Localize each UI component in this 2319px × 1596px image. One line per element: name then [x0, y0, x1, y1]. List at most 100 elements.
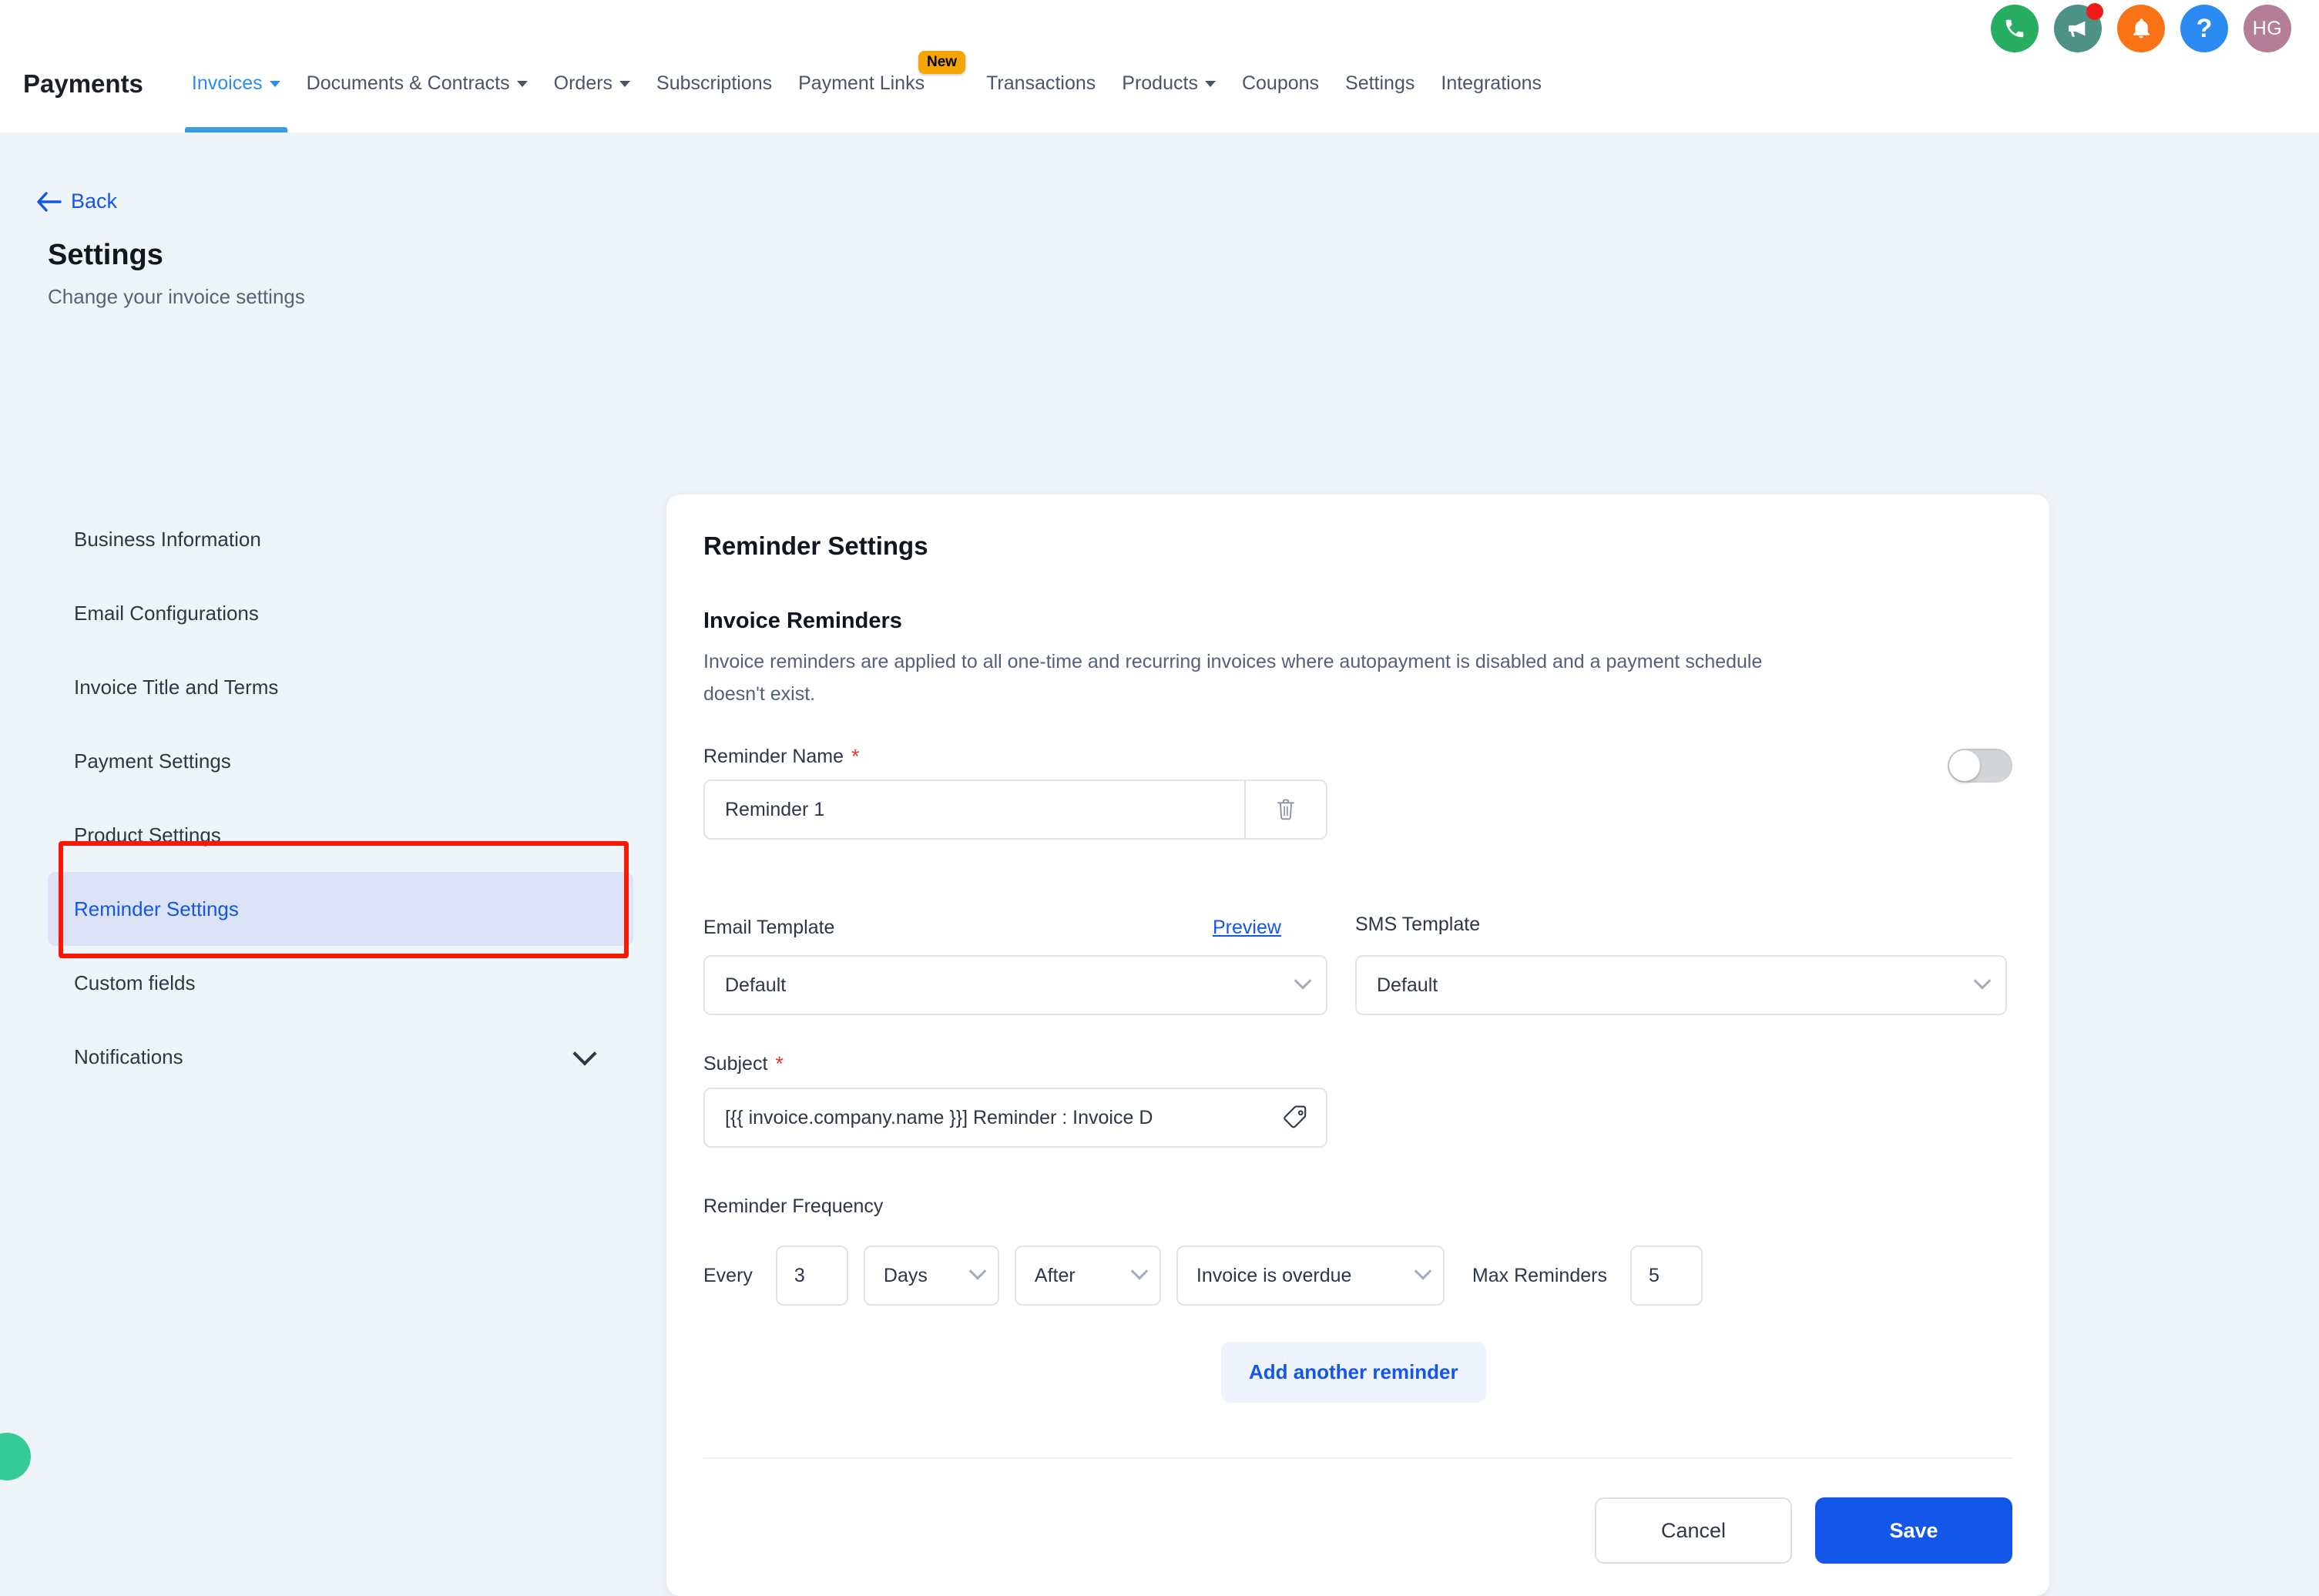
tag-icon[interactable]: [1283, 1105, 1309, 1131]
page-title: Settings: [48, 239, 163, 271]
chevron-down-icon: [572, 1041, 597, 1066]
email-template-value: Default: [725, 974, 787, 996]
nav-item-integrations[interactable]: Integrations: [1428, 48, 1555, 132]
section-description: Invoice reminders are applied to all one…: [703, 651, 1763, 705]
reminder-name-label-text: Reminder Name: [703, 746, 844, 767]
arrow-left-icon: [37, 191, 62, 212]
nav-item-invoices[interactable]: Invoices: [179, 48, 294, 132]
email-template-select[interactable]: Default: [703, 955, 1327, 1015]
sms-template-value: Default: [1377, 974, 1438, 996]
frequency-when-select[interactable]: After: [1014, 1246, 1161, 1306]
save-button[interactable]: Save: [1815, 1497, 2012, 1564]
sidebar-item-email-configurations[interactable]: Email Configurations: [48, 576, 633, 650]
back-button[interactable]: Back: [37, 189, 117, 213]
avatar-initials: HG: [2252, 17, 2283, 39]
nav-label-products: Products: [1122, 72, 1198, 94]
preview-link[interactable]: Preview: [1213, 917, 1281, 939]
frequency-event-select[interactable]: Invoice is overdue: [1176, 1246, 1445, 1306]
max-reminders-input[interactable]: [1629, 1246, 1703, 1306]
nav-label-coupons: Coupons: [1241, 72, 1320, 94]
sidebar-label: Email Configurations: [74, 601, 259, 625]
every-label: Every: [703, 1264, 753, 1286]
header-icon-group: ? HG: [1991, 3, 2291, 52]
subject-input[interactable]: [725, 1106, 1272, 1129]
nav-label-integrations: Integrations: [1441, 72, 1542, 94]
nav-label-documents-contracts: Documents & Contracts: [306, 72, 510, 94]
sms-template-select[interactable]: Default: [1355, 955, 2007, 1015]
chevron-down-icon: [968, 1262, 987, 1280]
app-brand: Payments: [23, 69, 143, 98]
sidebar-label: Payment Settings: [74, 749, 231, 773]
sms-template-label: SMS Template: [1355, 914, 1480, 936]
top-bar: ? HG Payments Invoices Documents & Contr…: [0, 0, 2319, 132]
nav-item-coupons[interactable]: Coupons: [1229, 48, 1332, 132]
required-asterisk: *: [775, 1052, 784, 1075]
chevron-down-icon: [1973, 972, 1992, 990]
email-template-label-text: Email Template: [703, 917, 835, 938]
chevron-down-icon: [1414, 1262, 1432, 1280]
cancel-button[interactable]: Cancel: [1595, 1497, 1792, 1564]
sidebar-item-notifications[interactable]: Notifications: [48, 1020, 633, 1094]
phone-icon[interactable]: [1991, 5, 2039, 52]
page-body: Back Settings Change your invoice settin…: [0, 132, 2319, 1596]
sidebar-label: Custom fields: [74, 971, 196, 994]
sidebar-label: Product Settings: [74, 823, 221, 847]
sidebar-label: Notifications: [74, 1044, 183, 1068]
nav-item-documents-contracts[interactable]: Documents & Contracts: [294, 48, 541, 132]
max-reminders-label: Max Reminders: [1472, 1264, 1607, 1286]
sidebar-item-invoice-title-and-terms[interactable]: Invoice Title and Terms: [48, 650, 633, 724]
reminder-name-input[interactable]: [705, 781, 1244, 838]
reminder-frequency-label: Reminder Frequency: [703, 1195, 884, 1217]
nav-label-settings: Settings: [1345, 72, 1415, 94]
subject-field-wrapper: [703, 1088, 1327, 1148]
chevron-down-icon: [1204, 81, 1216, 87]
toggle-knob: [1949, 750, 1980, 781]
nav-item-settings[interactable]: Settings: [1332, 48, 1428, 132]
sidebar-label: Reminder Settings: [74, 897, 239, 920]
nav-item-subscriptions[interactable]: Subscriptions: [643, 48, 785, 132]
megaphone-icon[interactable]: [2054, 3, 2103, 52]
avatar[interactable]: HG: [2243, 5, 2291, 52]
sidebar-label: Invoice Title and Terms: [74, 675, 279, 699]
footer-divider: [703, 1457, 2012, 1459]
back-label: Back: [71, 189, 118, 213]
sidebar-item-custom-fields[interactable]: Custom fields: [48, 946, 633, 1020]
frequency-unit-value: Days: [883, 1264, 928, 1286]
sidebar-item-business-information[interactable]: Business Information: [48, 502, 633, 576]
chat-widget-button[interactable]: [0, 1433, 31, 1480]
chevron-down-icon: [1130, 1262, 1149, 1280]
sidebar-item-reminder-settings[interactable]: Reminder Settings: [48, 872, 633, 946]
trash-icon: [1277, 799, 1294, 820]
frequency-event-value: Invoice is overdue: [1196, 1264, 1352, 1286]
bell-icon[interactable]: [2117, 5, 2165, 52]
help-icon[interactable]: ?: [2180, 5, 2228, 52]
add-another-reminder-button[interactable]: Add another reminder: [1221, 1342, 1486, 1403]
reminder-enabled-toggle[interactable]: [1948, 749, 2012, 783]
sms-template-label-text: SMS Template: [1355, 914, 1481, 935]
reminder-settings-card: Reminder Settings Invoice Reminders Invo…: [666, 495, 2049, 1596]
every-value-input[interactable]: [775, 1246, 848, 1306]
nav-item-products[interactable]: Products: [1109, 48, 1229, 132]
nav-label-orders: Orders: [553, 72, 613, 94]
sidebar-item-product-settings[interactable]: Product Settings: [48, 798, 633, 872]
chevron-down-icon: [619, 81, 631, 87]
frequency-when-value: After: [1034, 1264, 1076, 1286]
nav-item-orders[interactable]: Orders: [541, 48, 643, 132]
nav-label-payment-links: Payment Links: [798, 72, 925, 94]
sidebar-item-payment-settings[interactable]: Payment Settings: [48, 724, 633, 798]
settings-sidebar: Business Information Email Configuration…: [48, 502, 633, 1094]
card-title: Reminder Settings: [703, 531, 928, 560]
delete-reminder-button[interactable]: [1244, 781, 1326, 838]
nav-label-subscriptions: Subscriptions: [656, 72, 773, 94]
nav-item-transactions[interactable]: Transactions: [973, 48, 1109, 132]
subject-label: Subject *: [703, 1053, 784, 1075]
frequency-unit-select[interactable]: Days: [863, 1246, 999, 1306]
reminder-name-label: Reminder Name *: [703, 746, 860, 768]
chevron-down-icon: [516, 81, 528, 87]
required-asterisk: *: [851, 745, 860, 768]
section-title: Invoice Reminders: [703, 609, 902, 633]
nav-item-payment-links[interactable]: Payment Links New: [785, 48, 966, 132]
nav-label-transactions: Transactions: [986, 72, 1096, 94]
help-glyph: ?: [2196, 13, 2213, 43]
chevron-down-icon: [1294, 972, 1312, 990]
